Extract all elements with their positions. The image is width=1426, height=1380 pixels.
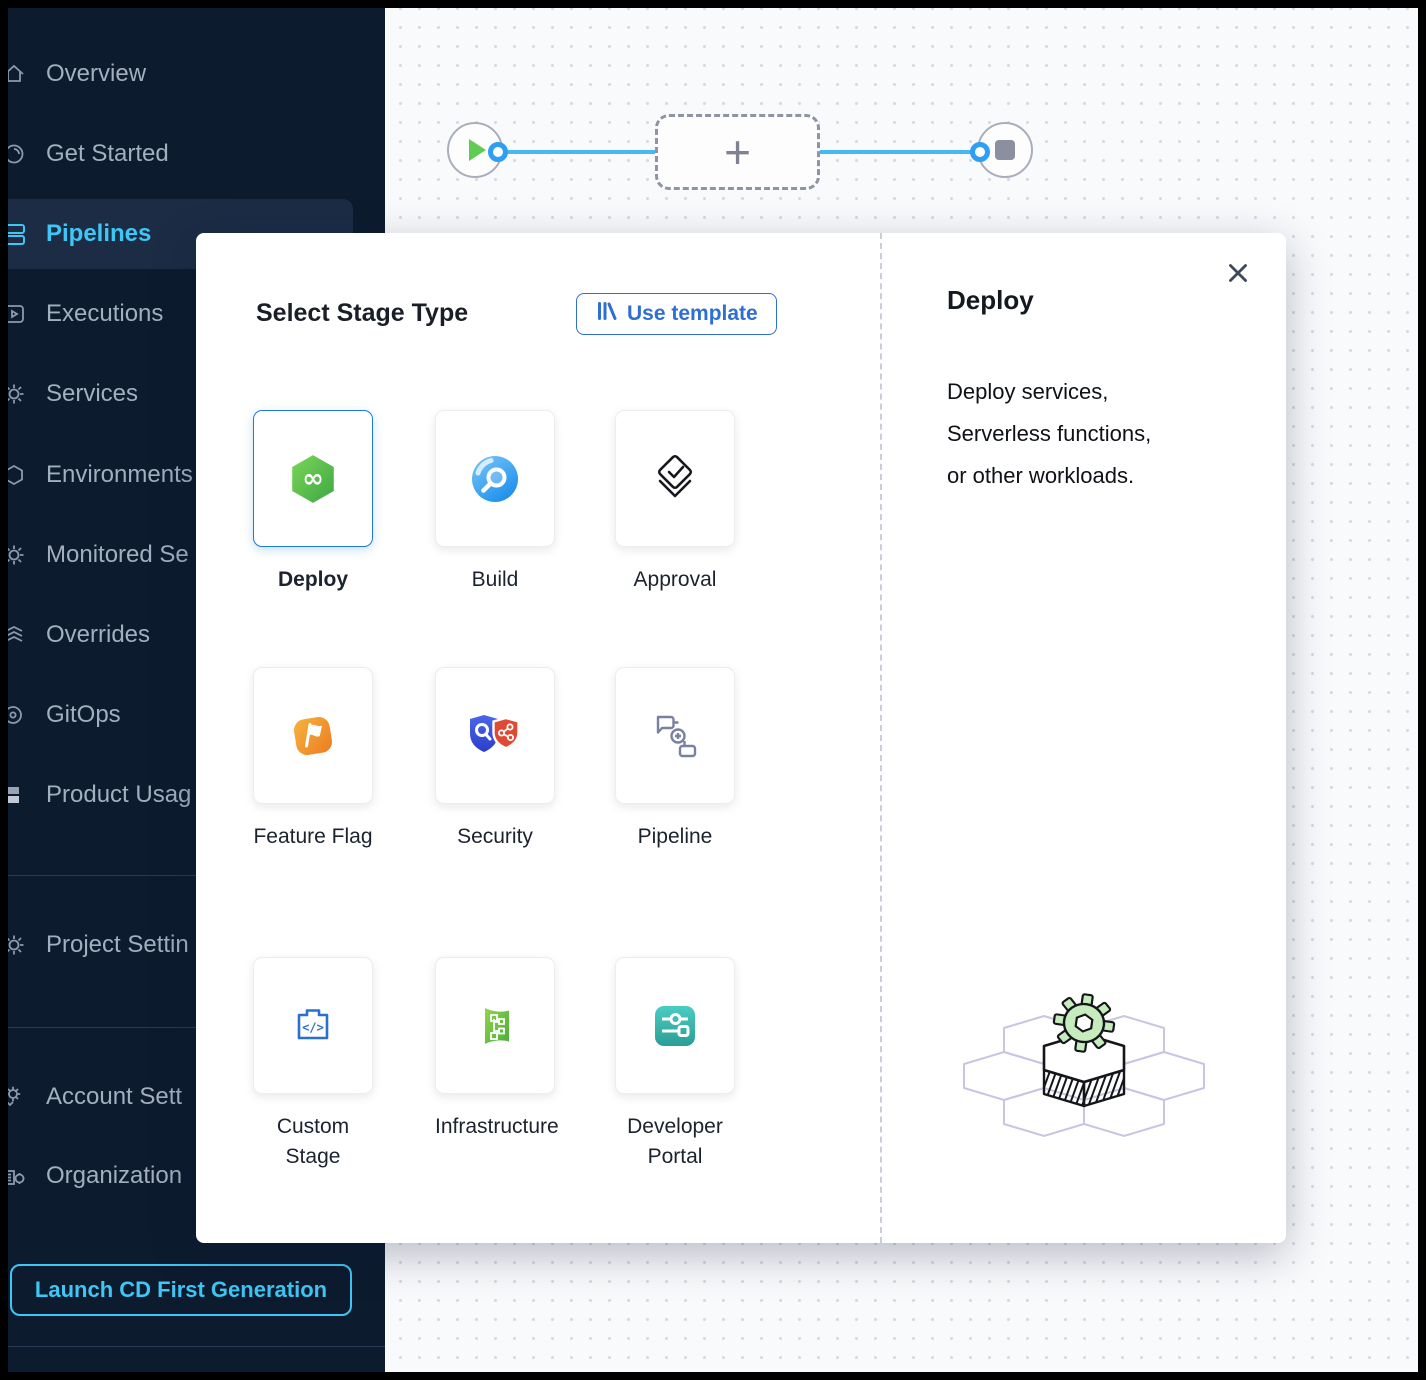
stage-label: Deploy — [253, 565, 373, 595]
organizations-icon — [8, 1163, 27, 1189]
overrides-icon — [8, 622, 27, 648]
stage-cell-approval: Approval — [615, 410, 735, 595]
stage-detail-description: Deploy services, Serverless functions, o… — [947, 371, 1257, 497]
stage-cell-feature-flag: Feature Flag — [253, 667, 373, 852]
approval-icon — [647, 451, 703, 507]
stage-detail-panel: Deploy Deploy services, Serverless funct… — [880, 233, 1286, 1243]
deploy-illustration — [954, 981, 1214, 1171]
launch-cd-first-generation-button[interactable]: Launch CD First Generation — [10, 1264, 352, 1316]
security-icon — [466, 710, 524, 762]
stage-card-security[interactable] — [435, 667, 555, 804]
stage-label: Pipeline — [615, 822, 735, 852]
pipeline-edge-end — [820, 150, 980, 154]
project-settings-icon — [8, 932, 27, 958]
stage-card-infrastructure[interactable] — [435, 957, 555, 1094]
stage-card-build[interactable] — [435, 410, 555, 547]
svg-text:</>: </> — [302, 1020, 324, 1034]
svg-text:∞: ∞ — [302, 463, 324, 493]
stage-grid-panel: Select Stage Type Use template ∞ Deploy — [196, 233, 880, 1243]
stage-card-developer-portal[interactable] — [615, 957, 735, 1094]
end-node-port[interactable] — [970, 142, 990, 162]
home-icon — [8, 61, 27, 87]
stage-cell-infrastructure: Infrastructure — [435, 957, 555, 1142]
sidebar-item-overview[interactable]: Overview — [8, 34, 385, 114]
stage-cell-build: Build — [435, 410, 555, 595]
template-library-icon — [595, 299, 618, 329]
product-usage-icon — [8, 782, 27, 808]
build-icon — [469, 453, 521, 505]
stage-cell-pipeline: Pipeline — [615, 667, 735, 852]
environments-icon — [8, 462, 27, 488]
deploy-icon: ∞ — [286, 452, 340, 506]
use-template-label: Use template — [627, 302, 758, 326]
stage-card-feature-flag[interactable] — [253, 667, 373, 804]
stage-cell-deploy: ∞ Deploy — [253, 410, 373, 595]
stage-cell-developer-portal: Developer Portal — [615, 957, 735, 1172]
stage-cell-security: Security — [435, 667, 555, 852]
executions-icon — [8, 301, 27, 327]
stage-cell-custom-stage: </> Custom Stage — [253, 957, 373, 1172]
stage-card-deploy[interactable]: ∞ — [253, 410, 373, 547]
gitops-icon — [8, 702, 27, 728]
stage-label: Security — [435, 822, 555, 852]
start-node-port[interactable] — [488, 142, 508, 162]
stage-label: Build — [435, 565, 555, 595]
sidebar-item-get-started[interactable]: Get Started — [8, 114, 385, 194]
stage-card-pipeline[interactable] — [615, 667, 735, 804]
pipeline-edge-start — [498, 150, 655, 154]
stage-label: Infrastructure — [435, 1112, 555, 1142]
close-icon — [1224, 259, 1252, 287]
pipeline-icon — [647, 708, 703, 764]
stage-card-approval[interactable] — [615, 410, 735, 547]
stage-label: Developer Portal — [615, 1112, 735, 1172]
stage-label: Feature Flag — [253, 822, 373, 852]
app-window: + Overview Get Started Pipelines Executi… — [8, 8, 1418, 1372]
pipelines-icon — [8, 221, 27, 247]
stage-label: Custom Stage — [253, 1112, 373, 1172]
add-stage-node[interactable]: + — [655, 114, 820, 190]
stage-card-custom-stage[interactable]: </> — [253, 957, 373, 1094]
play-icon — [469, 139, 486, 161]
account-settings-icon — [8, 1084, 27, 1110]
custom-stage-icon: </> — [287, 1000, 339, 1052]
feature-flag-icon — [286, 709, 340, 763]
get-started-icon — [8, 141, 27, 167]
developer-portal-icon — [649, 1000, 701, 1052]
stage-label: Approval — [615, 565, 735, 595]
close-modal-button[interactable] — [1224, 259, 1252, 287]
sidebar-divider — [8, 1346, 385, 1347]
infrastructure-icon — [469, 1000, 521, 1052]
use-template-button[interactable]: Use template — [576, 293, 777, 335]
monitored-services-icon — [8, 542, 27, 568]
stop-icon — [995, 140, 1015, 160]
modal-title: Select Stage Type — [256, 299, 468, 328]
services-gear-icon — [8, 381, 27, 407]
stage-detail-title: Deploy — [947, 285, 1034, 316]
select-stage-type-modal: Select Stage Type Use template ∞ Deploy — [196, 233, 1286, 1243]
